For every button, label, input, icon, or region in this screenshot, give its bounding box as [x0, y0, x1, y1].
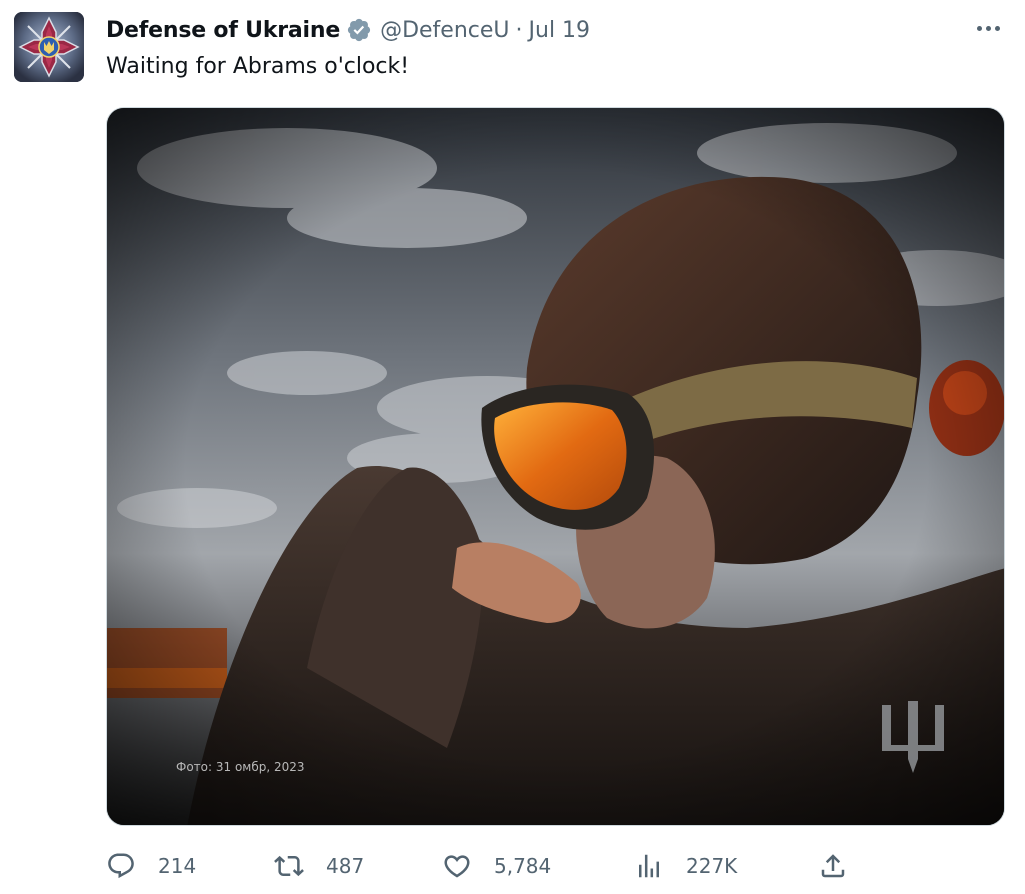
- views-icon: [639, 854, 659, 878]
- separator-dot: ·: [515, 17, 523, 43]
- retweet-count: 487: [326, 854, 365, 878]
- avatar[interactable]: [14, 12, 84, 82]
- tweet-text: Waiting for Abrams o'clock!: [106, 54, 410, 79]
- like-button[interactable]: 5,784: [442, 848, 551, 884]
- tweet-actions: 214 487 5,784 227K: [106, 848, 866, 884]
- share-button[interactable]: [818, 848, 848, 884]
- verified-badge-icon: [346, 17, 372, 43]
- tweet-photo[interactable]: Фото: 31 омбр, 2023: [106, 107, 1005, 826]
- like-count: 5,784: [494, 854, 552, 878]
- heart-icon: [444, 855, 470, 878]
- more-dot: [985, 25, 991, 31]
- tweet-date[interactable]: Jul 19: [529, 18, 591, 43]
- reply-button[interactable]: 214: [106, 848, 196, 884]
- views-button[interactable]: 227K: [634, 848, 737, 884]
- author-handle[interactable]: @DefenceU: [380, 18, 509, 43]
- ministry-emblem-icon: [14, 12, 84, 82]
- tweet-header: Defense of Ukraine @DefenceU · Jul 19: [106, 14, 590, 46]
- photo-caption: Фото: 31 омбр, 2023: [176, 760, 305, 774]
- views-count: 227K: [686, 854, 738, 878]
- reply-count: 214: [158, 854, 197, 878]
- display-name[interactable]: Defense of Ukraine: [106, 18, 340, 43]
- share-icon: [821, 854, 845, 878]
- tweet: Defense of Ukraine @DefenceU · Jul 19 Wa…: [0, 0, 1025, 894]
- more-dot: [976, 25, 982, 31]
- reply-icon: [108, 853, 134, 879]
- more-dot: [994, 25, 1000, 31]
- soldier-photo: [107, 108, 1004, 825]
- more-options-icon[interactable]: [973, 16, 1003, 40]
- trident-watermark-icon: [882, 701, 944, 773]
- retweet-button[interactable]: 487: [274, 848, 364, 884]
- retweet-icon: [274, 855, 304, 877]
